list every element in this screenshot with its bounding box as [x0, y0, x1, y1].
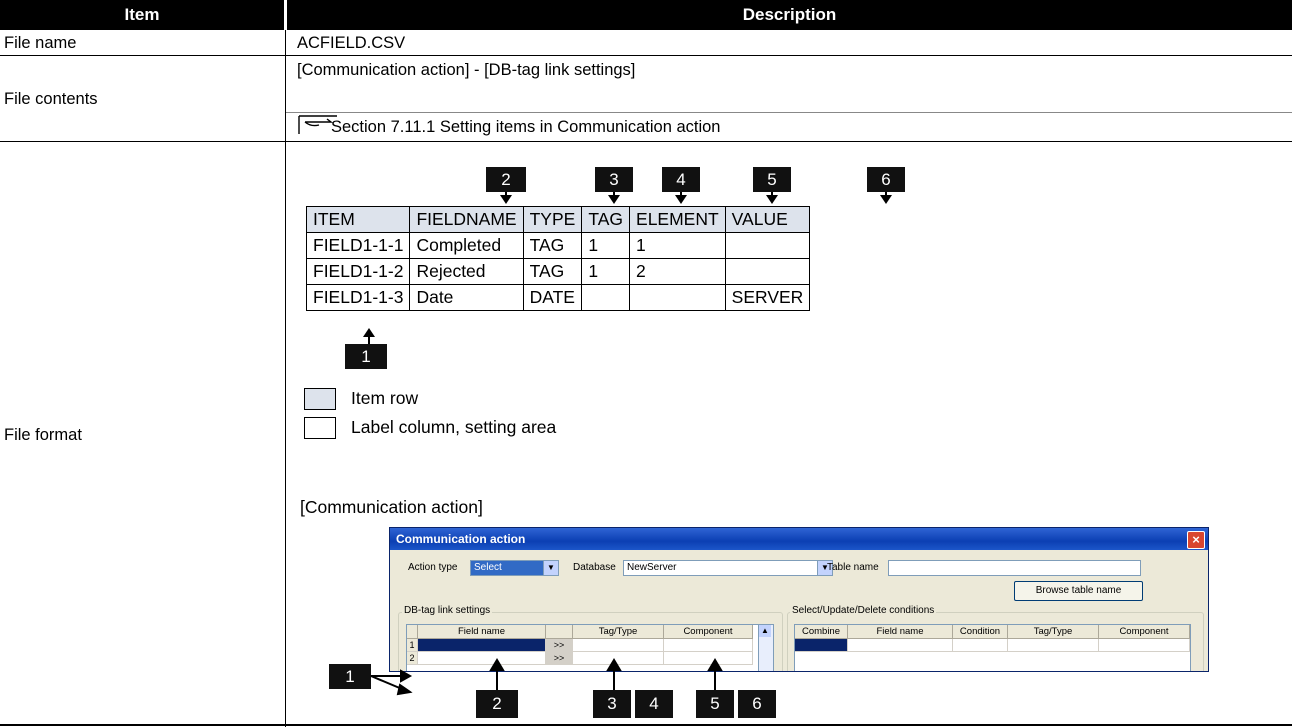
callout-arrows [370, 658, 723, 696]
badge-6-dialog: 6 [738, 690, 776, 718]
badge-5-dialog: 5 [696, 690, 734, 718]
badge-2-dialog: 2 [476, 690, 518, 718]
badge-3-dialog: 3 [593, 690, 631, 718]
badge-4-dialog: 4 [635, 690, 673, 718]
